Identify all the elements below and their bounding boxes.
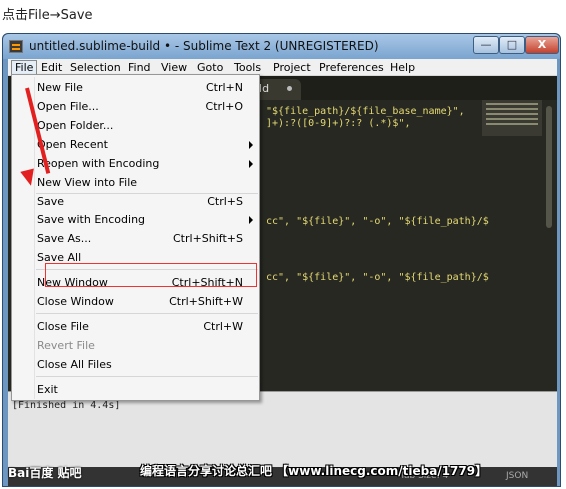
menu-item-open-recent[interactable]: Open Recent	[12, 135, 259, 154]
vertical-scrollbar[interactable]	[546, 106, 552, 228]
menu-separator	[36, 313, 258, 314]
menu-item-new-file[interactable]: New File Ctrl+N	[12, 78, 259, 97]
syntax-indicator[interactable]: JSON	[506, 471, 528, 481]
menu-item-save-as[interactable]: Save As... Ctrl+Shift+S	[12, 229, 259, 248]
menu-item-new-view[interactable]: New View into File	[12, 173, 259, 192]
minimize-button[interactable]: —	[473, 36, 499, 54]
build-output-panel: [Finished in 4.4s]	[8, 391, 557, 467]
sublime-app-icon	[9, 40, 23, 53]
title-bar[interactable]: untitled.sublime-build • - Sublime Text …	[3, 34, 560, 59]
menu-item-close-all-files[interactable]: Close All Files	[12, 355, 259, 374]
minimap[interactable]	[482, 100, 542, 136]
submenu-arrow-icon	[249, 216, 253, 224]
menu-tools[interactable]: Tools	[231, 60, 264, 75]
maximize-icon: □	[506, 38, 518, 51]
unsaved-dot-icon[interactable]	[287, 86, 292, 91]
baidu-watermark: Bai百度 贴吧	[8, 466, 82, 480]
menu-item-open-folder[interactable]: Open Folder...	[12, 116, 259, 135]
menu-find[interactable]: Find	[125, 60, 154, 75]
submenu-arrow-icon	[249, 160, 253, 168]
menu-goto[interactable]: Goto	[194, 60, 226, 75]
code-line: cc", "${file}", "-o", "${file_path}/$	[266, 272, 489, 283]
menu-help[interactable]: Help	[387, 60, 418, 75]
minimize-icon: —	[480, 38, 492, 51]
menu-project[interactable]: Project	[270, 60, 314, 75]
menu-edit[interactable]: Edit	[38, 60, 65, 75]
instruction-caption: 点击File→Save	[2, 8, 93, 23]
close-icon: X	[537, 38, 547, 51]
close-button[interactable]: X	[525, 36, 559, 54]
menu-preferences[interactable]: Preferences	[316, 60, 387, 75]
code-line: "${file_path}/${file_base_name}",	[266, 106, 465, 117]
submenu-arrow-icon	[249, 141, 253, 149]
build-output-text: [Finished in 4.4s]	[12, 400, 121, 411]
menu-item-save[interactable]: Save Ctrl+S	[12, 192, 259, 211]
menu-item-close-file[interactable]: Close File Ctrl+W	[12, 317, 259, 336]
code-line: cc", "${file}", "-o", "${file_path}/$	[266, 216, 489, 227]
window-title: untitled.sublime-build • - Sublime Text …	[29, 39, 379, 53]
menu-view[interactable]: View	[158, 60, 190, 75]
menu-separator	[36, 376, 258, 377]
code-line: ]+):?([0-9]+)?:? (.*)$",	[266, 118, 411, 129]
menu-item-revert-file: Revert File	[37, 339, 95, 352]
menu-file[interactable]: File	[11, 60, 38, 75]
maximize-button[interactable]: □	[499, 36, 525, 54]
menu-selection[interactable]: Selection	[67, 60, 124, 75]
menu-item-exit[interactable]: Exit	[12, 380, 259, 399]
menu-item-save-with-encoding[interactable]: Save with Encoding	[12, 210, 259, 229]
file-menu-dropdown: New File Ctrl+N Open File... Ctrl+O Open F…	[11, 74, 260, 401]
forum-banner-watermark: 编程语言分享讨论总汇吧 【www.linecg.com/tieba/1779】	[140, 464, 488, 478]
menu-item-open-file[interactable]: Open File... Ctrl+O	[12, 97, 259, 116]
save-highlight-box	[45, 263, 257, 287]
menu-item-close-window[interactable]: Close Window Ctrl+Shift+W	[12, 292, 259, 311]
